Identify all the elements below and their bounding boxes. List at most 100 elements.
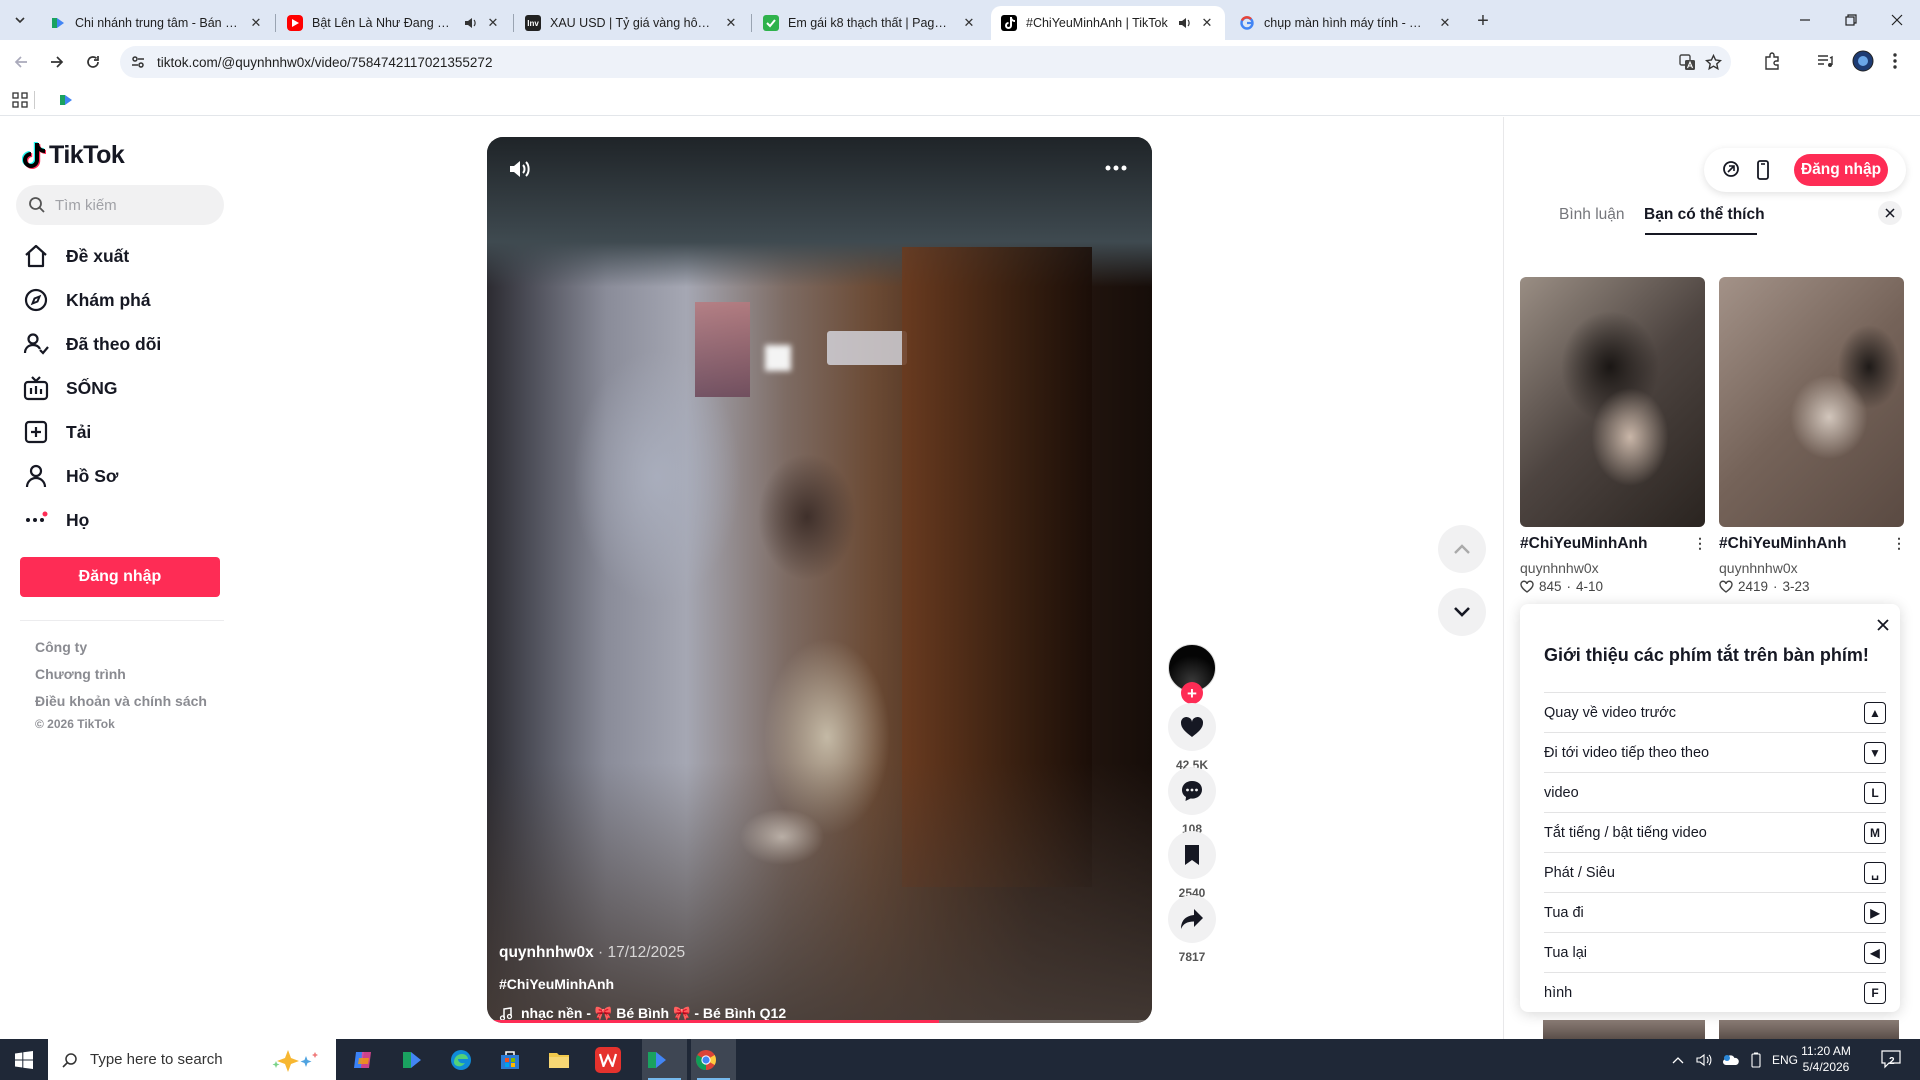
footer-link-terms[interactable]: Điều khoản và chính sách	[35, 693, 207, 709]
notification-center-icon[interactable]: 2	[1880, 1049, 1902, 1069]
close-icon[interactable]	[1876, 618, 1890, 632]
chevron-up-icon[interactable]	[1672, 1056, 1684, 1064]
suggested-video-thumbnail[interactable]	[1520, 277, 1705, 527]
shortcut-key-icon: ▲	[1864, 701, 1886, 724]
copilot-icon[interactable]	[350, 1047, 376, 1073]
browser-tab-bar: Chi nhánh trung tâm - Bán hàng ✕ Bật Lên…	[0, 0, 1920, 40]
browser-tab[interactable]: Chi nhánh trung tâm - Bán hàng ✕	[40, 6, 274, 40]
clock[interactable]: 11:20 AM 5/4/2026	[1796, 1043, 1856, 1075]
video-progress-bar[interactable]	[487, 1020, 1152, 1023]
extensions-icon[interactable]	[1763, 52, 1781, 70]
translate-icon[interactable]	[1679, 54, 1696, 71]
close-icon[interactable]: ✕	[248, 15, 264, 31]
wps-office-icon[interactable]	[595, 1047, 621, 1073]
restore-button[interactable]	[1828, 0, 1874, 40]
meet-bookmark-icon[interactable]	[58, 92, 74, 108]
meet-app-icon[interactable]	[644, 1047, 670, 1073]
browser-tab[interactable]: chụp màn hình máy tính - Tìm trên ✕	[1229, 6, 1463, 40]
search-input[interactable]: Tìm kiếm	[16, 185, 224, 225]
browser-tab[interactable]: Inv XAU USD | Tỷ giá vàng hôm nay ✕	[515, 6, 749, 40]
reload-button[interactable]	[80, 50, 106, 74]
video-author[interactable]: quynhnhw0x · 17/12/2025	[499, 944, 685, 962]
chrome-icon[interactable]	[693, 1047, 719, 1073]
speaker-icon[interactable]	[463, 16, 477, 30]
suggested-user[interactable]: quynhnhw0x	[1719, 560, 1798, 576]
nav-item-explore[interactable]: Khám phá	[22, 284, 151, 316]
kebab-menu-icon[interactable]	[1892, 52, 1898, 70]
close-icon[interactable]: ✕	[723, 15, 739, 31]
edge-icon[interactable]	[448, 1047, 474, 1073]
sidebar-login-button[interactable]: Đăng nhập	[20, 557, 220, 597]
nav-item-live[interactable]: SỐNG	[22, 372, 118, 404]
suggested-user[interactable]: quynhnhw0x	[1520, 560, 1599, 576]
kebab-menu-icon[interactable]: ⋮	[1693, 535, 1707, 552]
site-settings-icon[interactable]	[130, 54, 146, 70]
nav-item-recommended[interactable]: Đề xuất	[22, 240, 129, 272]
volume-icon[interactable]	[507, 157, 531, 181]
taskbar-search-input[interactable]: Type here to search	[48, 1039, 336, 1080]
url-text[interactable]: tiktok.com/@quynhnhw0x/video/75847421170…	[157, 55, 492, 70]
store-icon[interactable]	[497, 1047, 523, 1073]
reload-icon	[87, 56, 99, 68]
file-explorer-icon[interactable]	[546, 1047, 572, 1073]
tiktok-logo[interactable]: TikTok	[22, 141, 125, 170]
media-control-icon[interactable]	[1816, 52, 1834, 70]
onedrive-icon[interactable]	[1722, 1054, 1740, 1066]
suggested-video-thumbnail[interactable]	[1719, 277, 1904, 527]
comment-button[interactable]	[1168, 767, 1216, 815]
battery-icon[interactable]	[1750, 1052, 1762, 1068]
profile-avatar-icon[interactable]	[1852, 50, 1874, 72]
device-icon[interactable]	[1756, 160, 1770, 180]
copilot-sparkle-icon[interactable]	[268, 1047, 324, 1073]
close-icon[interactable]: ✕	[961, 15, 977, 31]
close-icon[interactable]: ✕	[1437, 15, 1453, 31]
apps-grid-icon[interactable]	[12, 92, 28, 108]
window-close-button[interactable]	[1874, 0, 1920, 40]
save-button[interactable]	[1168, 831, 1216, 879]
nav-item-profile[interactable]: Hồ Sơ	[22, 460, 118, 492]
minimize-button[interactable]	[1782, 0, 1828, 40]
footer-link-program[interactable]: Chương trình	[35, 666, 126, 682]
more-options-icon[interactable]	[1105, 165, 1127, 171]
forward-button[interactable]	[44, 50, 70, 74]
close-icon[interactable]: ✕	[1199, 15, 1215, 31]
follow-button[interactable]: +	[1181, 682, 1203, 704]
tab-you-may-like[interactable]: Bạn có thể thích	[1644, 206, 1765, 224]
suggested-video-thumbnail[interactable]	[1719, 1020, 1899, 1039]
close-panel-button[interactable]	[1878, 201, 1902, 225]
star-icon[interactable]	[1705, 54, 1722, 71]
meet-app-icon[interactable]	[399, 1047, 425, 1073]
nav-item-more[interactable]: Họ	[22, 504, 89, 536]
browser-tab[interactable]: Em gái k8 thạch thất | Page 3 | Xa ✕	[753, 6, 987, 40]
browser-tab[interactable]: Bật Lên Là Như Đang Ở Căn... ✕	[277, 6, 511, 40]
shortcut-label: Tua lại	[1544, 944, 1587, 961]
video-player[interactable]: quynhnhw0x · 17/12/2025 #ChiYeuMinhAnh n…	[487, 137, 1152, 1023]
video-hashtag[interactable]: #ChiYeuMinhAnh	[499, 976, 614, 992]
tab-comments[interactable]: Bình luận	[1559, 206, 1625, 224]
footer-link-company[interactable]: Công ty	[35, 639, 87, 655]
kebab-menu-icon[interactable]: ⋮	[1892, 535, 1906, 552]
more-icon	[22, 506, 50, 534]
coin-icon[interactable]	[1722, 160, 1740, 178]
address-bar[interactable]: tiktok.com/@quynhnhw0x/video/75847421170…	[120, 46, 1731, 78]
like-button[interactable]	[1168, 703, 1216, 751]
browser-tab-active[interactable]: #ChiYeuMinhAnh | TikTok ✕	[991, 6, 1225, 40]
language-indicator[interactable]: ENG	[1772, 1053, 1798, 1067]
nav-item-upload[interactable]: Tải	[22, 416, 91, 448]
suggested-video-thumbnail[interactable]	[1543, 1020, 1705, 1039]
shortcut-row: hình F	[1544, 972, 1886, 1012]
previous-video-button[interactable]	[1438, 525, 1486, 573]
new-tab-button[interactable]: +	[1472, 10, 1494, 32]
speaker-icon[interactable]	[1696, 1053, 1712, 1067]
start-button[interactable]	[0, 1039, 48, 1080]
tab-search-button[interactable]	[8, 9, 32, 31]
suggested-title[interactable]: #ChiYeuMinhAnh	[1520, 535, 1647, 553]
speaker-icon[interactable]	[1177, 16, 1191, 30]
suggested-title[interactable]: #ChiYeuMinhAnh	[1719, 535, 1846, 553]
next-video-button[interactable]	[1438, 588, 1486, 636]
nav-item-following[interactable]: Đã theo dõi	[22, 328, 161, 360]
share-button[interactable]	[1168, 895, 1216, 943]
back-button[interactable]	[8, 50, 34, 74]
header-login-button[interactable]: Đăng nhập	[1794, 154, 1888, 186]
close-icon[interactable]: ✕	[485, 15, 501, 31]
